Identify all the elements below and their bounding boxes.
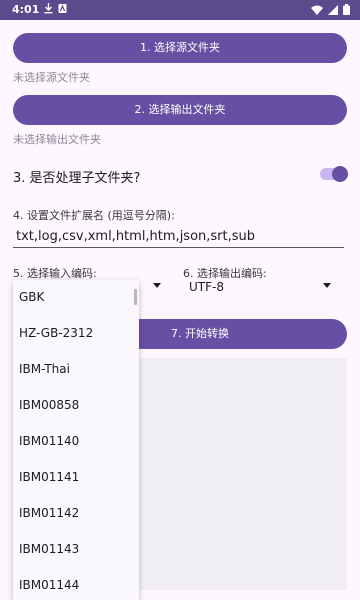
dropdown-option[interactable]: HZ-GB-2312 [19,326,93,340]
dropdown-option[interactable]: IBM01141 [19,470,79,484]
output-encoding-select[interactable]: UTF-8 [189,280,224,294]
extensions-label: 4. 设置文件扩展名 (用逗号分隔): [13,209,175,222]
dropdown-option[interactable]: GBK [19,290,44,304]
dropdown-option[interactable]: IBM-Thai [19,362,70,376]
select-output-folder-button[interactable]: 2. 选择输出文件夹 [13,95,347,125]
status-bar: 4:01 [0,0,360,20]
input-encoding-chevron-down-icon[interactable] [153,283,161,288]
extensions-input[interactable]: txt,log,csv,xml,html,htm,json,srt,sub [13,228,344,248]
output-folder-status: 未选择输出文件夹 [13,133,101,146]
battery-icon [343,4,350,15]
wifi-icon [311,5,323,15]
status-time: 4:01 [12,3,40,16]
dropdown-option[interactable]: IBM00858 [19,398,79,412]
input-encoding-label: 5. 选择输入编码: [13,267,97,280]
subfolders-toggle[interactable] [320,166,348,182]
signal-icon [328,4,338,15]
dropdown-scrollbar[interactable] [134,289,137,305]
source-folder-status: 未选择源文件夹 [13,71,90,84]
select-source-folder-button[interactable]: 1. 选择源文件夹 [13,33,347,63]
dropdown-option[interactable]: IBM01144 [19,578,79,592]
download-icon [44,3,53,14]
status-right [311,4,350,15]
dropdown-option[interactable]: IBM01140 [19,434,79,448]
text-app-icon [58,4,67,13]
input-encoding-dropdown[interactable]: GBK HZ-GB-2312 IBM-Thai IBM00858 IBM0114… [13,280,139,600]
subfolders-label: 3. 是否处理子文件夹? [13,171,141,186]
toggle-thumb [332,166,348,182]
dropdown-option[interactable]: IBM01143 [19,542,79,556]
output-encoding-chevron-down-icon[interactable] [323,283,331,288]
dropdown-option[interactable]: IBM01142 [19,506,79,520]
output-encoding-label: 6. 选择输出编码: [183,267,267,280]
